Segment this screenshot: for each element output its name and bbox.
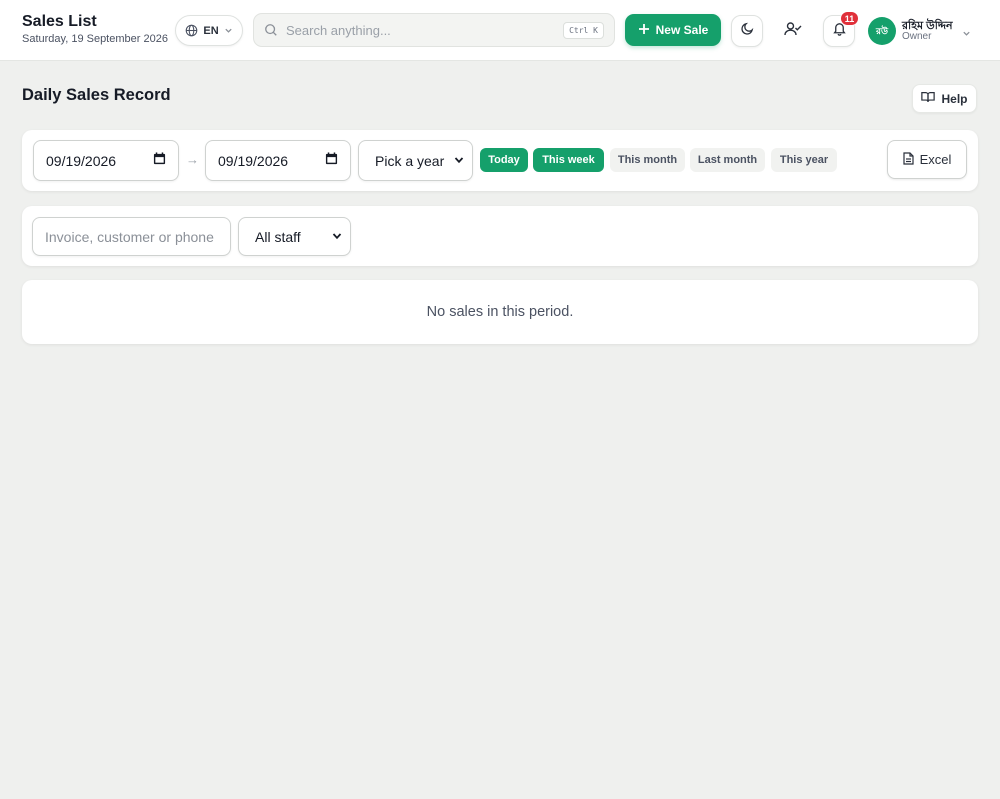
date-to-input[interactable]: 09/19/2026 bbox=[205, 140, 351, 181]
date-filter-bar: 09/19/2026 → 09/19/2026 Pick a year Toda… bbox=[22, 130, 978, 191]
users-button[interactable] bbox=[777, 15, 809, 47]
date-to-value: 09/19/2026 bbox=[218, 152, 289, 169]
chevron-down-icon bbox=[454, 152, 464, 170]
globe-icon bbox=[185, 24, 198, 37]
sales-results-panel: No sales in this period. bbox=[22, 280, 978, 344]
search-icon bbox=[264, 23, 278, 37]
new-sale-button[interactable]: New Sale bbox=[625, 14, 721, 46]
chevron-down-icon[interactable] bbox=[962, 25, 971, 43]
range-today-button[interactable]: Today bbox=[480, 148, 528, 172]
invoice-search-input[interactable] bbox=[32, 217, 231, 256]
help-label: Help bbox=[941, 91, 968, 106]
global-search-input[interactable] bbox=[286, 22, 564, 38]
date-range-arrow: → bbox=[186, 152, 199, 167]
sales-search-bar: All staff bbox=[22, 206, 978, 266]
current-date: Saturday, 19 September 2026 bbox=[22, 33, 168, 45]
range-this-month-button[interactable]: This month bbox=[610, 148, 685, 172]
chevron-down-icon bbox=[332, 228, 342, 246]
help-button[interactable]: Help bbox=[912, 84, 977, 113]
range-this-week-button[interactable]: This week bbox=[533, 148, 604, 172]
language-label: EN bbox=[203, 24, 219, 37]
export-excel-button[interactable]: Excel bbox=[887, 140, 967, 179]
theme-toggle-button[interactable] bbox=[731, 15, 763, 47]
app-title: Sales List bbox=[22, 13, 97, 30]
year-select-value: Pick a year bbox=[375, 152, 445, 169]
new-sale-label: New Sale bbox=[655, 23, 709, 37]
avatar[interactable]: রউ bbox=[868, 17, 896, 45]
file-spreadsheet-icon bbox=[902, 151, 914, 168]
user-check-icon bbox=[784, 21, 802, 42]
calendar-icon[interactable] bbox=[153, 151, 166, 170]
date-from-input[interactable]: 09/19/2026 bbox=[33, 140, 179, 181]
language-switcher[interactable]: EN bbox=[175, 15, 243, 46]
range-this-year-button[interactable]: This year bbox=[771, 148, 837, 172]
notification-count-badge: 11 bbox=[840, 11, 859, 26]
range-last-month-button[interactable]: Last month bbox=[690, 148, 765, 172]
chevron-down-icon bbox=[224, 26, 233, 35]
calendar-icon[interactable] bbox=[325, 151, 338, 170]
top-bar: Sales List Saturday, 19 September 2026 E… bbox=[0, 0, 1000, 61]
export-excel-label: Excel bbox=[919, 152, 952, 167]
date-from-value: 09/19/2026 bbox=[46, 152, 117, 169]
moon-icon bbox=[740, 21, 755, 41]
book-icon bbox=[921, 91, 936, 106]
title-block: Sales List Saturday, 19 September 2026 bbox=[22, 13, 168, 45]
staff-select[interactable]: All staff bbox=[238, 217, 351, 256]
year-select[interactable]: Pick a year bbox=[358, 140, 473, 181]
search-shortcut-hint: Ctrl K bbox=[563, 21, 604, 39]
user-role: Owner bbox=[902, 31, 932, 42]
page-title: Daily Sales Record bbox=[22, 86, 171, 104]
staff-select-value: All staff bbox=[255, 228, 301, 245]
global-search[interactable]: Ctrl K bbox=[253, 13, 615, 47]
plus-icon bbox=[638, 23, 650, 38]
empty-state-message: No sales in this period. bbox=[426, 304, 574, 320]
